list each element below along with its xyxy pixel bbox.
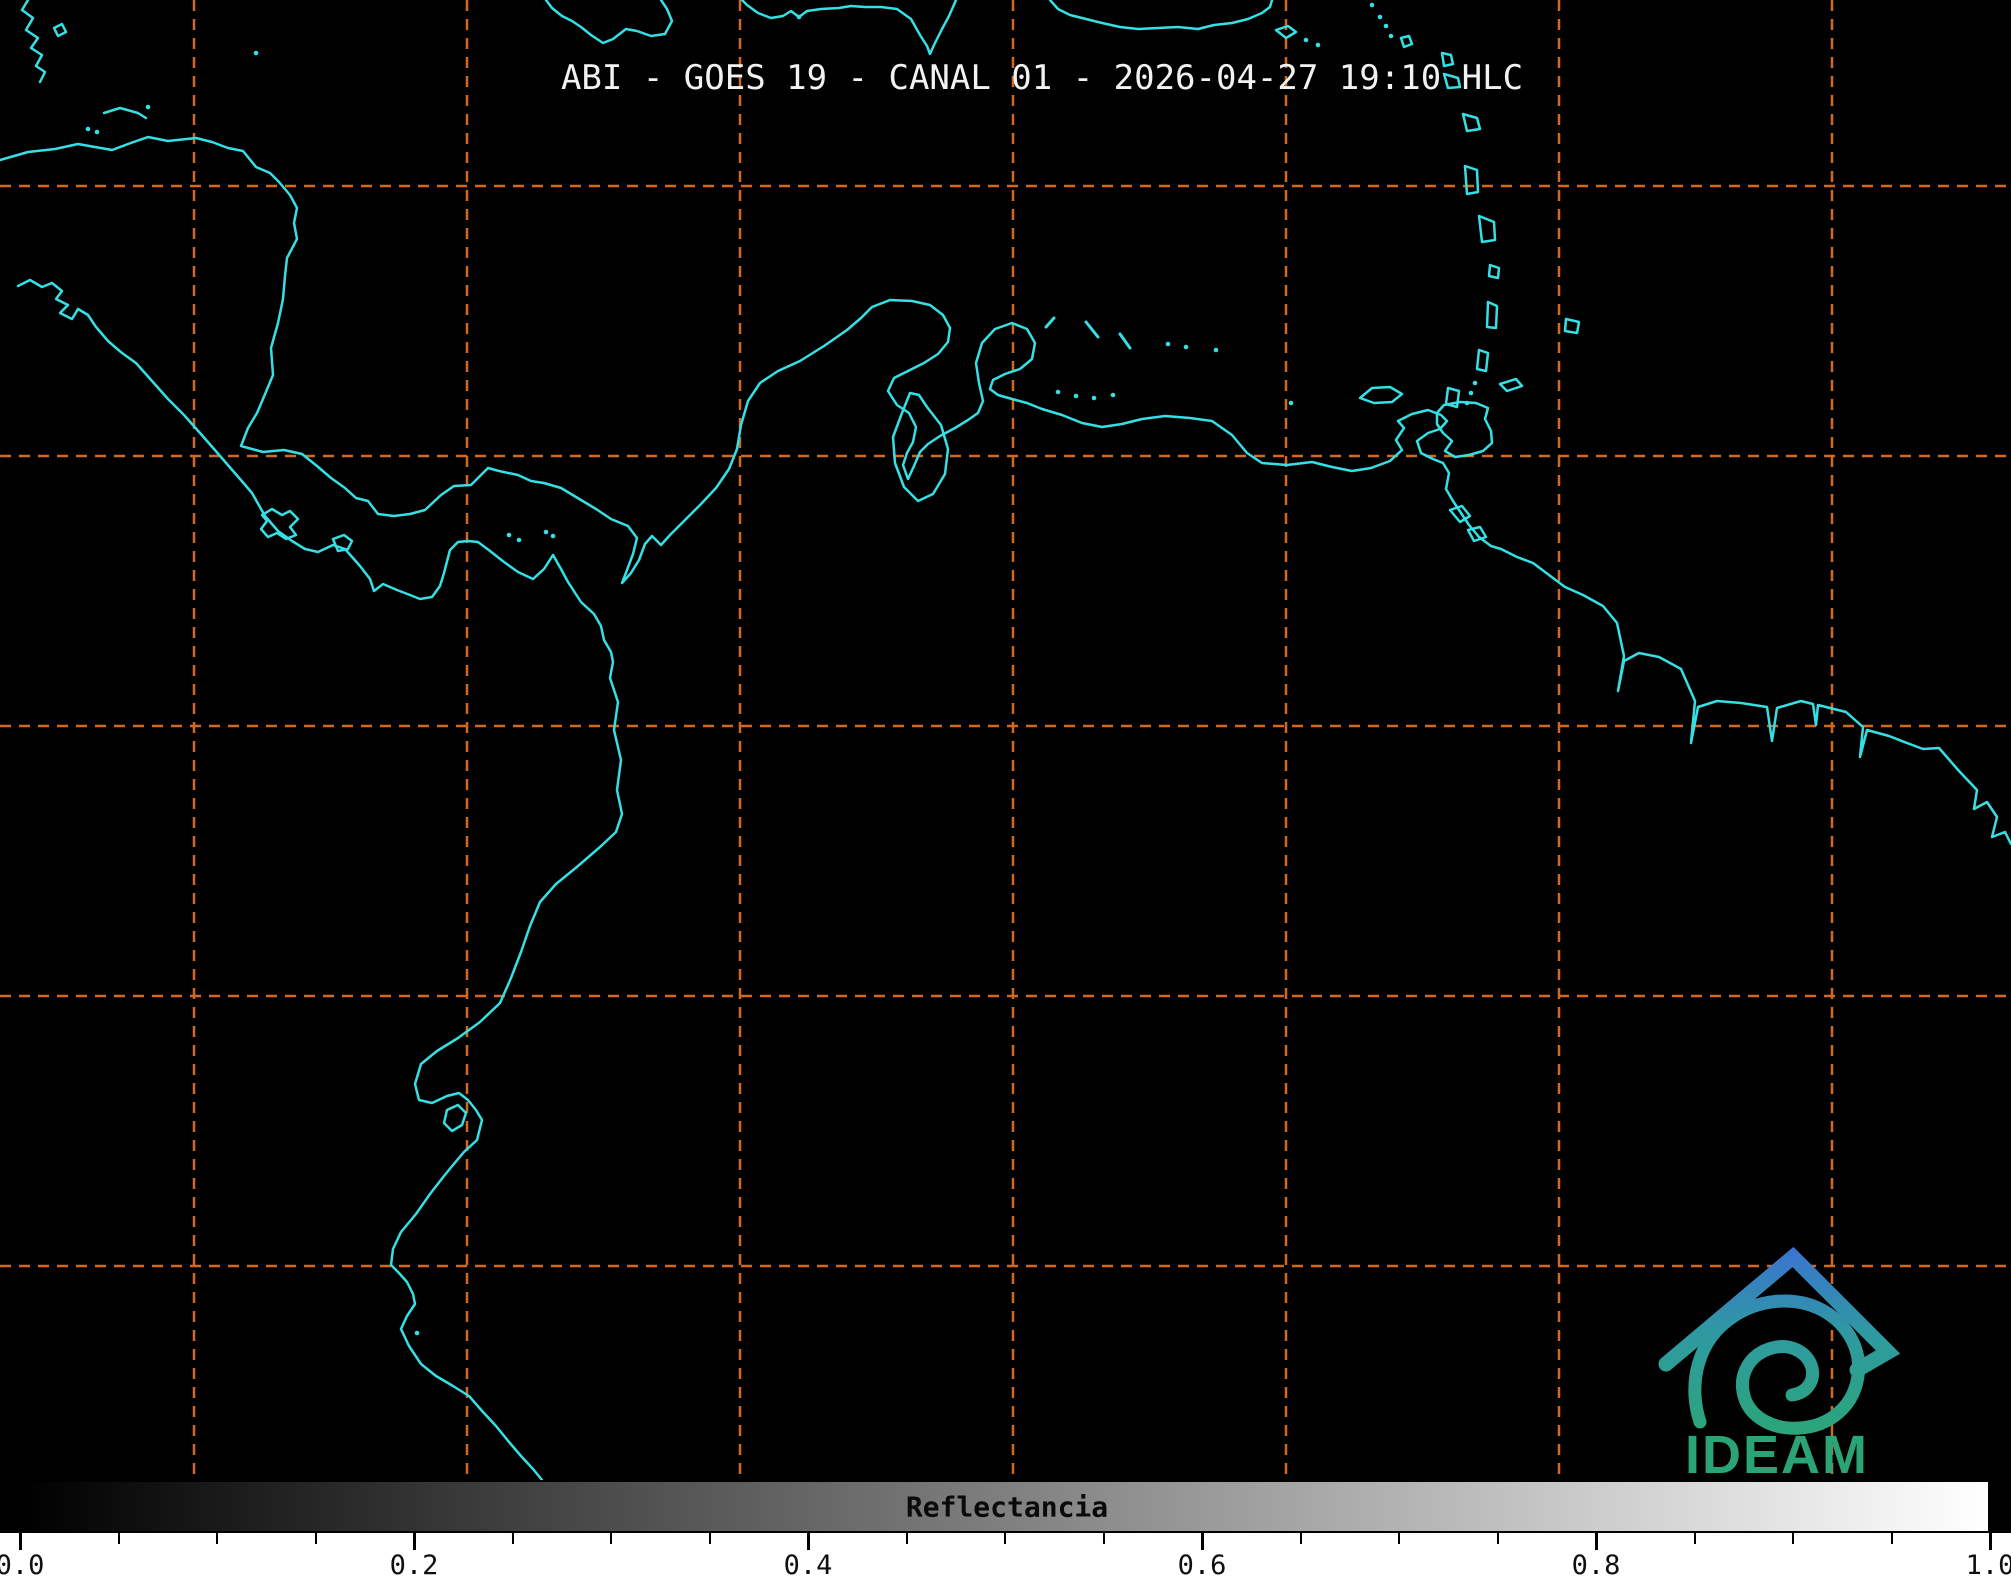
colorbar-tick <box>1694 1533 1696 1544</box>
island-dot <box>86 127 91 132</box>
island-dot <box>1389 34 1394 39</box>
island-puna <box>444 1105 466 1131</box>
island-puerto-rico <box>1050 0 1272 29</box>
colorbar-label: Reflectancia <box>906 1490 1108 1523</box>
island-dot <box>1056 390 1061 395</box>
island-dot <box>254 51 259 56</box>
colorbar-tick <box>1497 1533 1499 1544</box>
colorbar-tick-label: 0.4 <box>784 1550 833 1577</box>
colorbar-tick <box>1201 1533 1204 1550</box>
colorbar-tick <box>216 1533 218 1544</box>
colorbar-axis: 0.0 0.2 0.4 0.6 0.8 1.0 <box>0 1533 2011 1577</box>
island-dot <box>146 105 151 110</box>
island-dot <box>1465 401 1470 406</box>
colorbar-tick <box>1792 1533 1794 1544</box>
colorbar-tick <box>1004 1533 1006 1544</box>
colorbar-tick <box>906 1533 908 1544</box>
island-dot <box>95 130 100 135</box>
colorbar-gradient: Reflectancia <box>20 1480 1990 1533</box>
colorbar-tick-label: 0.6 <box>1178 1550 1227 1577</box>
ideam-logo-spiral <box>1695 1301 1859 1428</box>
ideam-logo <box>1666 1257 1888 1428</box>
island-dot <box>1304 38 1309 43</box>
map-canvas <box>0 0 2011 1577</box>
colorbar-tick <box>1891 1533 1893 1544</box>
islet-topleft <box>54 24 66 36</box>
colorbar-tick <box>807 1533 810 1550</box>
satellite-image-viewport: ABI - GOES 19 - CANAL 01 - 2026-04-27 19… <box>0 0 2011 1577</box>
island-dot <box>1074 394 1079 399</box>
island-dot <box>1469 391 1474 396</box>
island-dot <box>415 1331 420 1336</box>
latlon-grid <box>0 0 2011 1478</box>
coastlines <box>0 0 2011 1480</box>
image-title: ABI - GOES 19 - CANAL 01 - 2026-04-27 19… <box>561 58 1523 98</box>
colorbar-tick <box>1300 1533 1302 1544</box>
coastline-topleft-fragment <box>22 0 45 82</box>
colorbar-tick <box>19 1533 22 1550</box>
island-dot <box>1384 24 1389 29</box>
island-dot <box>1370 3 1375 8</box>
island-dot <box>544 530 549 535</box>
island-dot <box>1378 15 1383 20</box>
island-hispaniola <box>742 0 956 54</box>
coastline-caribbean-mainland <box>0 137 2011 844</box>
island-dot <box>517 538 522 543</box>
island-dot <box>1092 396 1097 401</box>
colorbar-tick-label: 1.0 <box>1966 1550 2011 1577</box>
colorbar-tick <box>1398 1533 1400 1544</box>
coastline-pacific <box>18 280 622 1480</box>
colorbar-tick <box>413 1533 416 1550</box>
island-dot <box>1184 345 1189 350</box>
island-dot <box>1111 393 1116 398</box>
island-dot <box>551 534 556 539</box>
colorbar-tick <box>512 1533 514 1544</box>
peninsula-nicoya <box>261 509 298 539</box>
colorbar-tick <box>1103 1533 1105 1544</box>
colorbar-tick <box>1989 1533 1992 1550</box>
islands-bay-honduras <box>104 108 146 118</box>
colorbar-tick <box>610 1533 612 1544</box>
colorbar-tick <box>709 1533 711 1544</box>
colorbar-tick <box>315 1533 317 1544</box>
island-dot <box>1473 381 1478 386</box>
islands-abc <box>1046 318 1130 348</box>
island-dot <box>1316 43 1321 48</box>
colorbar-tick <box>118 1533 120 1544</box>
island-dot <box>1289 401 1294 406</box>
colorbar-tick <box>1595 1533 1598 1550</box>
islet-vieques <box>1276 26 1296 38</box>
island-dot <box>1214 348 1219 353</box>
colorbar-tick-label: 0.8 <box>1572 1550 1621 1577</box>
colorbar-tick-label: 0.2 <box>390 1550 439 1577</box>
island-dot <box>507 533 512 538</box>
island-dot <box>797 15 802 20</box>
island-jamaica <box>546 0 672 43</box>
ideam-logo-text: IDEAM <box>1685 1424 1869 1486</box>
island-trinidad <box>1437 402 1492 457</box>
colorbar-tick-label: 0.0 <box>0 1550 44 1577</box>
island-dot <box>1166 342 1171 347</box>
